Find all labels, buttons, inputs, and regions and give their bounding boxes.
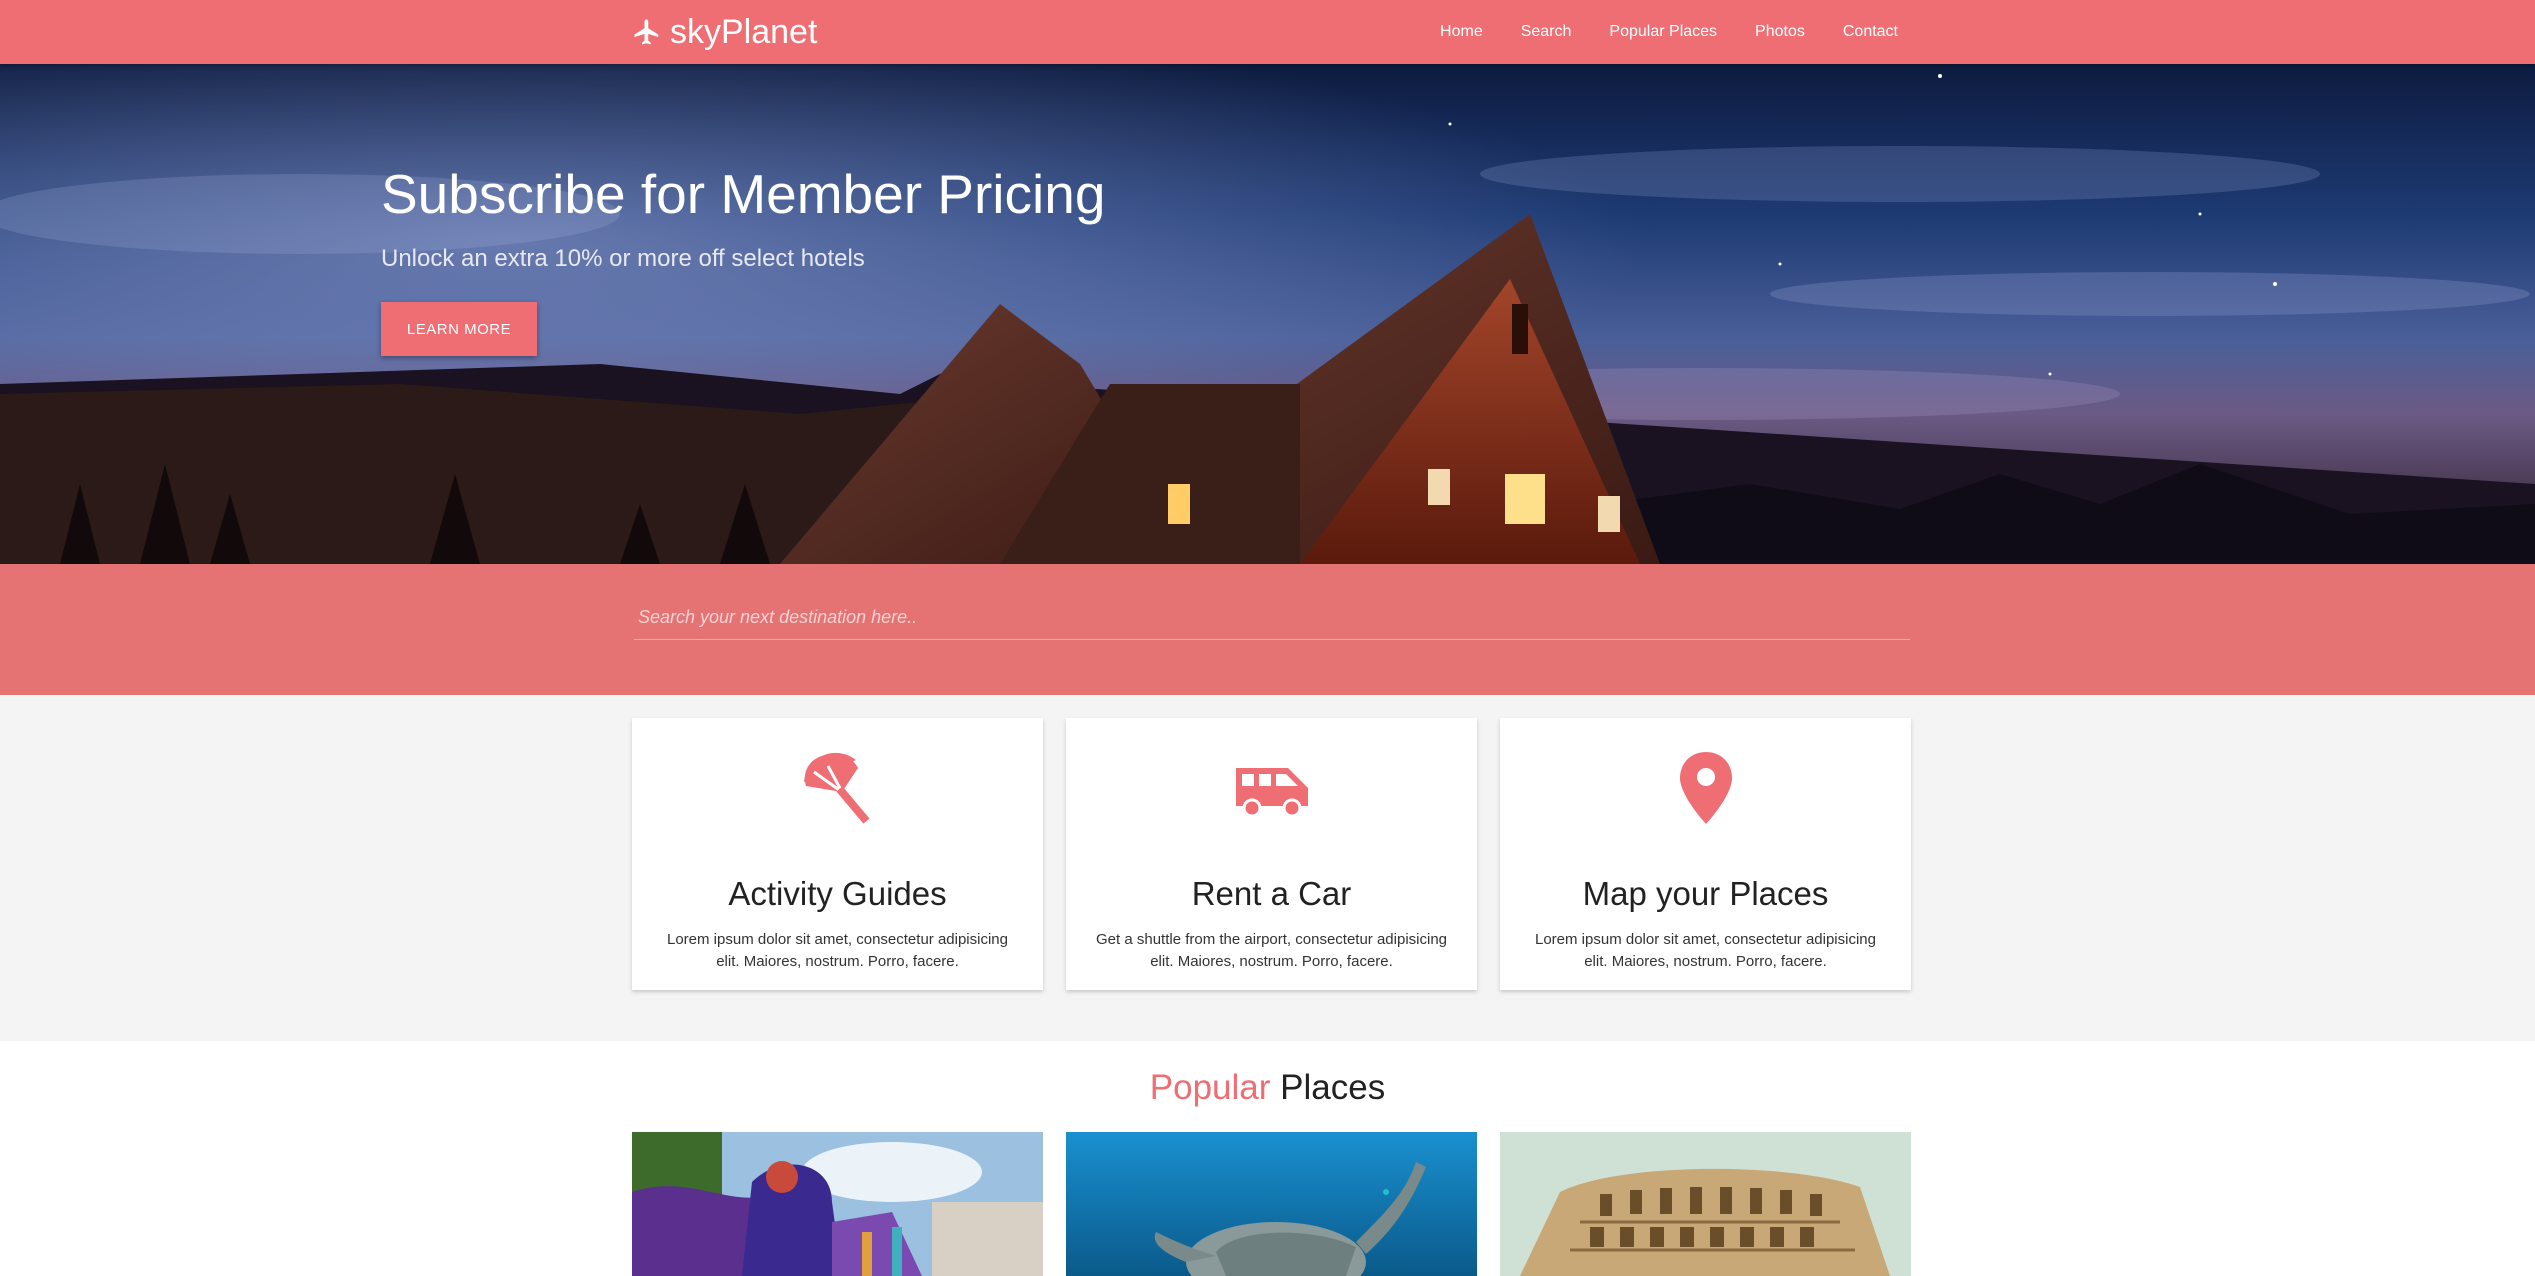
beach-umbrella-icon	[803, 752, 869, 824]
section-title-accent: Popular	[1149, 1068, 1271, 1107]
hero-title: Subscribe for Member Pricing	[381, 163, 1106, 225]
section-title-rest: Places	[1280, 1068, 1386, 1107]
nav-link-photos[interactable]: Photos	[1755, 23, 1805, 41]
nav-link-home[interactable]: Home	[1440, 23, 1483, 41]
feature-text: Lorem ipsum dolor sit amet, consectetur …	[667, 931, 1008, 970]
colosseum-photo	[1500, 1132, 1911, 1276]
nav-link-popular-places[interactable]: Popular Places	[1609, 23, 1717, 41]
festival-photo	[632, 1132, 1043, 1276]
feature-text: Get a shuttle from the airport, consecte…	[1096, 931, 1448, 970]
hero-banner: Subscribe for Member Pricing Unlock an e…	[0, 64, 2535, 564]
nav-link-search[interactable]: Search	[1521, 23, 1572, 41]
feature-card-rent-a-car: Rent a Car Get a shuttle from the airpor…	[1066, 718, 1477, 990]
airplane-icon	[634, 19, 659, 45]
brand-name: skyPlanet	[670, 12, 818, 51]
place-card-sea-turtle[interactable]	[1066, 1132, 1477, 1276]
learn-more-button[interactable]: LEARN MORE	[381, 302, 537, 356]
sea-turtle-photo	[1066, 1132, 1477, 1276]
section-title: Popular Places	[0, 1068, 2535, 1108]
nav-link-contact[interactable]: Contact	[1843, 23, 1898, 41]
hero-subtitle: Unlock an extra 10% or more off select h…	[381, 245, 865, 272]
feature-card-activity-guides: Activity Guides Lorem ipsum dolor sit am…	[632, 718, 1043, 990]
search-section	[0, 564, 2535, 695]
popular-places-section: Popular Places	[0, 1041, 2535, 1276]
feature-card-map-your-places: Map your Places Lorem ipsum dolor sit am…	[1500, 718, 1911, 990]
brand-logo[interactable]: skyPlanet	[632, 0, 817, 64]
place-card-colosseum[interactable]	[1500, 1132, 1911, 1276]
shuttle-van-icon	[1235, 768, 1308, 818]
features-section: Activity Guides Lorem ipsum dolor sit am…	[0, 695, 2535, 1041]
feature-title: Activity Guides	[728, 875, 947, 912]
feature-text: Lorem ipsum dolor sit amet, consectetur …	[1535, 931, 1876, 970]
feature-title: Map your Places	[1582, 875, 1829, 912]
map-pin-icon	[1679, 752, 1732, 824]
top-navbar: skyPlanet Home Search Popular Places Pho…	[0, 0, 2535, 64]
place-card-festival[interactable]	[632, 1132, 1043, 1276]
destination-search-input[interactable]	[634, 596, 1910, 640]
feature-title: Rent a Car	[1191, 875, 1352, 912]
nav-menu: Home Search Popular Places Photos Contac…	[1402, 0, 1898, 64]
